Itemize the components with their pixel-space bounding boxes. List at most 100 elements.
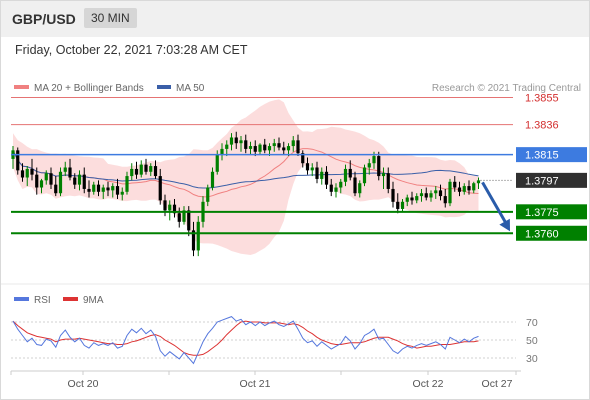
candle-body xyxy=(396,201,400,209)
candle-body xyxy=(77,174,82,185)
candle-body xyxy=(267,146,272,151)
candle-body xyxy=(20,170,25,178)
candle-body xyxy=(286,146,291,151)
candle-body xyxy=(410,197,414,201)
candle-body xyxy=(419,193,424,197)
candle-body xyxy=(248,146,253,149)
candle-body xyxy=(239,140,243,144)
candle-body xyxy=(39,180,44,188)
x-tick-label: Oct 22 xyxy=(413,378,444,390)
ma20-legend-label: MA 20 + Bollinger Bands xyxy=(34,83,144,94)
chart-widget: GBP/USD 30 MIN Friday, October 22, 2021 … xyxy=(0,0,590,400)
candle-body xyxy=(343,168,348,182)
candle-body xyxy=(115,186,120,195)
candle-body xyxy=(329,184,333,192)
candle-body xyxy=(106,187,110,191)
ma50-legend-label: MA 50 xyxy=(176,83,205,94)
candle-body xyxy=(101,187,105,192)
candle-body xyxy=(63,167,67,172)
candle-body xyxy=(372,156,376,164)
candle-body xyxy=(35,174,39,188)
candle-body xyxy=(291,140,295,147)
support-label: 1.3760 xyxy=(525,228,559,240)
candle-body xyxy=(215,154,219,172)
candle-body xyxy=(149,166,153,172)
x-tick-label: Oct 27 xyxy=(482,378,513,390)
candle-body xyxy=(44,173,48,181)
rsi-tick-label: 70 xyxy=(526,317,538,329)
candle-body xyxy=(253,146,257,152)
candle-body xyxy=(476,180,481,184)
candle-body xyxy=(49,173,53,185)
candle-body xyxy=(277,143,281,148)
candle-body xyxy=(54,184,58,194)
candle-body xyxy=(130,168,134,177)
candle-body xyxy=(467,186,471,191)
candle-body xyxy=(258,144,262,152)
candle-body xyxy=(206,187,210,202)
candle-body xyxy=(305,163,310,171)
support-label: 1.3775 xyxy=(525,207,559,219)
candle-body xyxy=(225,144,229,149)
candle-body xyxy=(92,184,96,192)
candle-body xyxy=(229,137,234,145)
candle-body xyxy=(472,183,476,191)
candle-body xyxy=(220,148,224,155)
ma9-legend-label: 9MA xyxy=(83,295,104,306)
candle-body xyxy=(210,171,215,188)
candle-body xyxy=(400,201,405,209)
candle-body xyxy=(120,191,124,195)
candle-body xyxy=(334,187,338,192)
candle-body xyxy=(87,188,91,192)
candle-body xyxy=(168,204,172,211)
candle-body xyxy=(386,173,390,189)
price-chart: MA 20 + Bollinger Bands MA 50 Research ©… xyxy=(1,83,589,390)
candle-body xyxy=(177,213,181,222)
ma9-line xyxy=(12,320,479,356)
candle-body xyxy=(443,196,447,204)
candle-body xyxy=(196,221,200,251)
pivot-label: 1.3815 xyxy=(525,150,559,162)
candle-body xyxy=(405,197,409,202)
candle-body xyxy=(234,137,238,144)
candle-body xyxy=(358,183,362,194)
candle-body xyxy=(296,140,300,154)
candle-body xyxy=(438,190,443,197)
candle-body xyxy=(429,193,433,198)
candle-body xyxy=(16,150,20,171)
candle-body xyxy=(424,193,428,198)
candle-body xyxy=(139,164,143,175)
rsi-legend-label: RSI xyxy=(34,295,51,306)
rsi-tick-label: 50 xyxy=(526,335,538,347)
candle-body xyxy=(125,176,129,192)
candle-body xyxy=(320,171,324,179)
candle-body xyxy=(58,171,63,194)
candle-body xyxy=(82,174,86,189)
candle-body xyxy=(244,140,248,149)
candle-body xyxy=(353,177,357,194)
candle-body xyxy=(187,210,191,231)
candle-body xyxy=(111,186,115,191)
resistance-label: 1.3855 xyxy=(525,92,559,104)
candle-body xyxy=(96,184,101,192)
candle-body xyxy=(348,168,352,178)
candle-body xyxy=(324,171,329,185)
candle-body xyxy=(163,200,167,211)
rsi-tick-label: 30 xyxy=(526,353,538,365)
candle-body xyxy=(30,168,34,175)
x-tick-label: Oct 20 xyxy=(68,378,99,390)
candle-body xyxy=(381,173,386,177)
candle-body xyxy=(339,181,343,188)
candle-body xyxy=(434,190,438,194)
candle-body xyxy=(73,177,77,185)
rsi-panel: 30 50 70 xyxy=(11,316,538,365)
candle-body xyxy=(263,144,267,151)
candle-body xyxy=(68,167,72,178)
x-axis: Oct 20 Oct 21 Oct 22 Oct 27 xyxy=(10,371,517,390)
candle-body xyxy=(415,196,419,201)
candle-body xyxy=(448,181,452,204)
candle-body xyxy=(462,186,466,192)
resistance-label: 1.3836 xyxy=(525,120,559,132)
candle-body xyxy=(310,167,314,171)
candle-body xyxy=(315,167,319,179)
